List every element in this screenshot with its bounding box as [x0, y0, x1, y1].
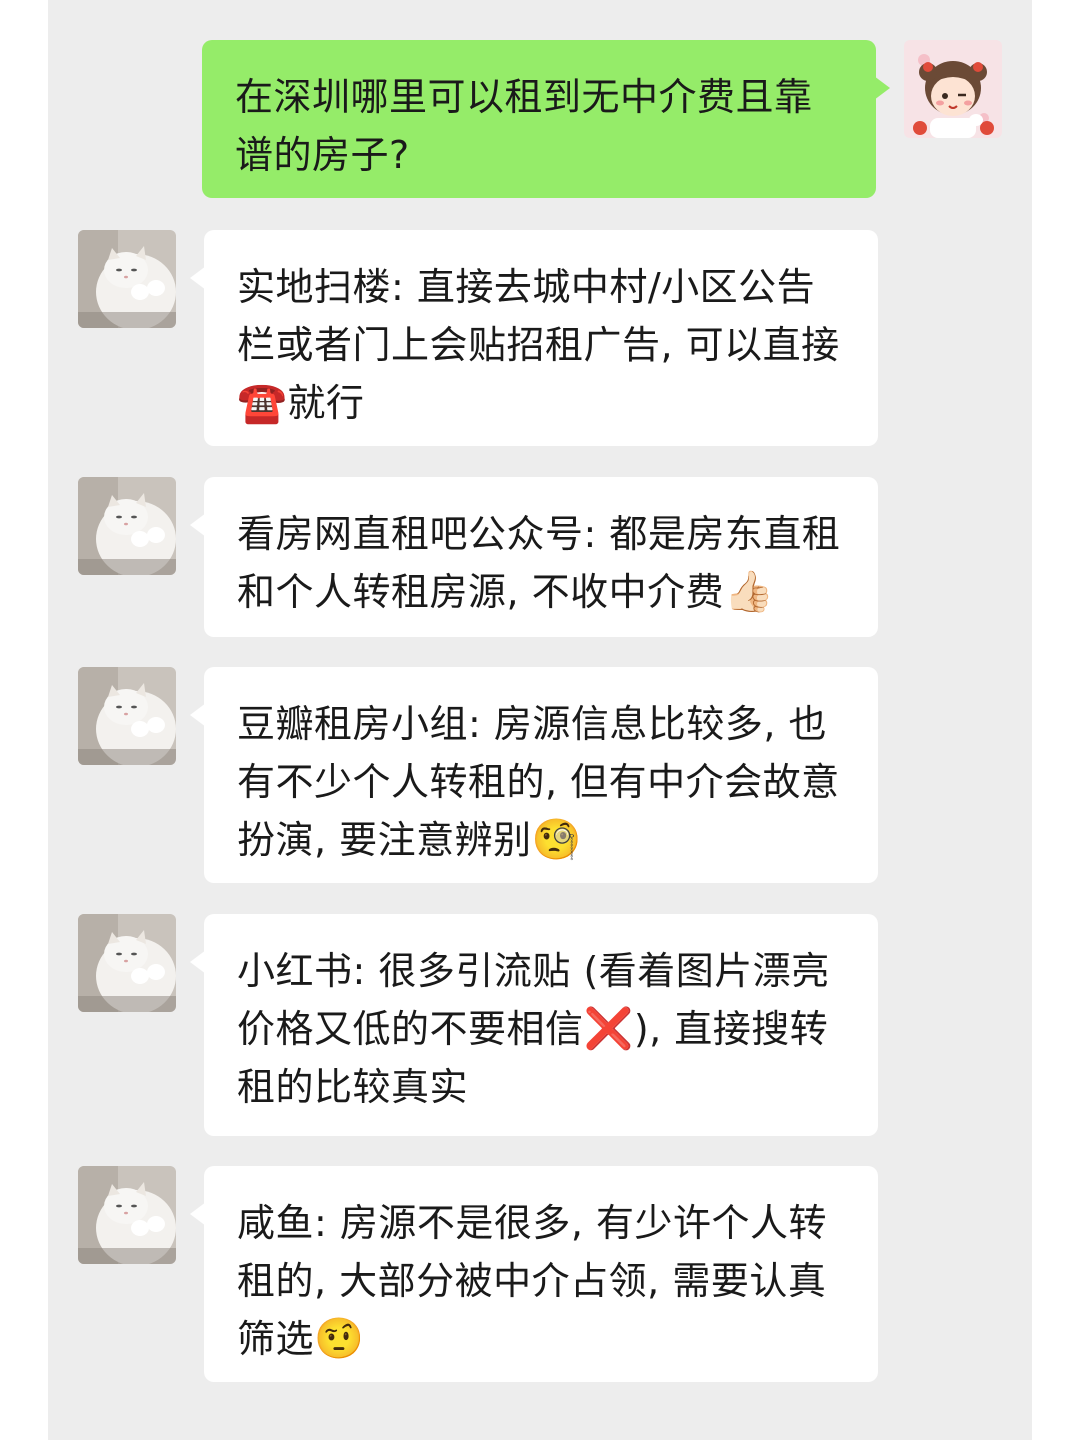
- chat-area: 在深圳哪里可以租到无中介费且靠谱的房子? 实地扫楼: 直接去城中村/小区公告栏或…: [48, 0, 1032, 1440]
- cross-mark-icon: ❌: [583, 1006, 634, 1052]
- monocle-face-icon: 🧐: [531, 817, 582, 863]
- raised-eyebrow-face-icon: 🤨: [314, 1316, 365, 1362]
- other-avatar[interactable]: [78, 230, 176, 328]
- cartoon-girl-avatar-icon: [904, 40, 1002, 138]
- reply-text-after: 就行: [287, 381, 365, 425]
- white-cat-avatar-icon: [78, 230, 176, 328]
- white-cat-avatar-icon: [78, 477, 176, 575]
- telephone-icon: ☎️: [237, 380, 288, 426]
- other-avatar[interactable]: [78, 914, 176, 1012]
- reply-bubble[interactable]: 咸鱼: 房源不是很多, 有少许个人转租的, 大部分被中介占领, 需要认真筛选🤨: [190, 1166, 878, 1382]
- white-cat-avatar-icon: [78, 667, 176, 765]
- reply-bubble[interactable]: 看房网直租吧公众号: 都是房东直租和个人转租房源, 不收中介费👍🏻: [190, 477, 878, 637]
- my-message-bubble[interactable]: 在深圳哪里可以租到无中介费且靠谱的房子?: [202, 40, 890, 198]
- other-avatar[interactable]: [78, 1166, 176, 1264]
- reply-text: 实地扫楼: 直接去城中村/小区公告栏或者门上会贴招租广告, 可以直接: [237, 265, 840, 367]
- white-cat-avatar-icon: [78, 914, 176, 1012]
- other-avatar[interactable]: [78, 667, 176, 765]
- white-cat-avatar-icon: [78, 1166, 176, 1264]
- thumbs-up-icon: 👍🏻: [724, 569, 775, 615]
- other-avatar[interactable]: [78, 477, 176, 575]
- reply-bubble[interactable]: 实地扫楼: 直接去城中村/小区公告栏或者门上会贴招租广告, 可以直接 ☎️就行: [190, 230, 878, 446]
- reply-bubble[interactable]: 小红书: 很多引流贴 (看着图片漂亮价格又低的不要相信❌), 直接搜转租的比较真…: [190, 914, 878, 1136]
- my-message-text: 在深圳哪里可以租到无中介费且靠谱的房子?: [235, 75, 813, 177]
- my-avatar[interactable]: [904, 40, 1002, 138]
- reply-bubble[interactable]: 豆瓣租房小组: 房源信息比较多, 也有不少个人转租的, 但有中介会故意扮演, 要…: [190, 667, 878, 883]
